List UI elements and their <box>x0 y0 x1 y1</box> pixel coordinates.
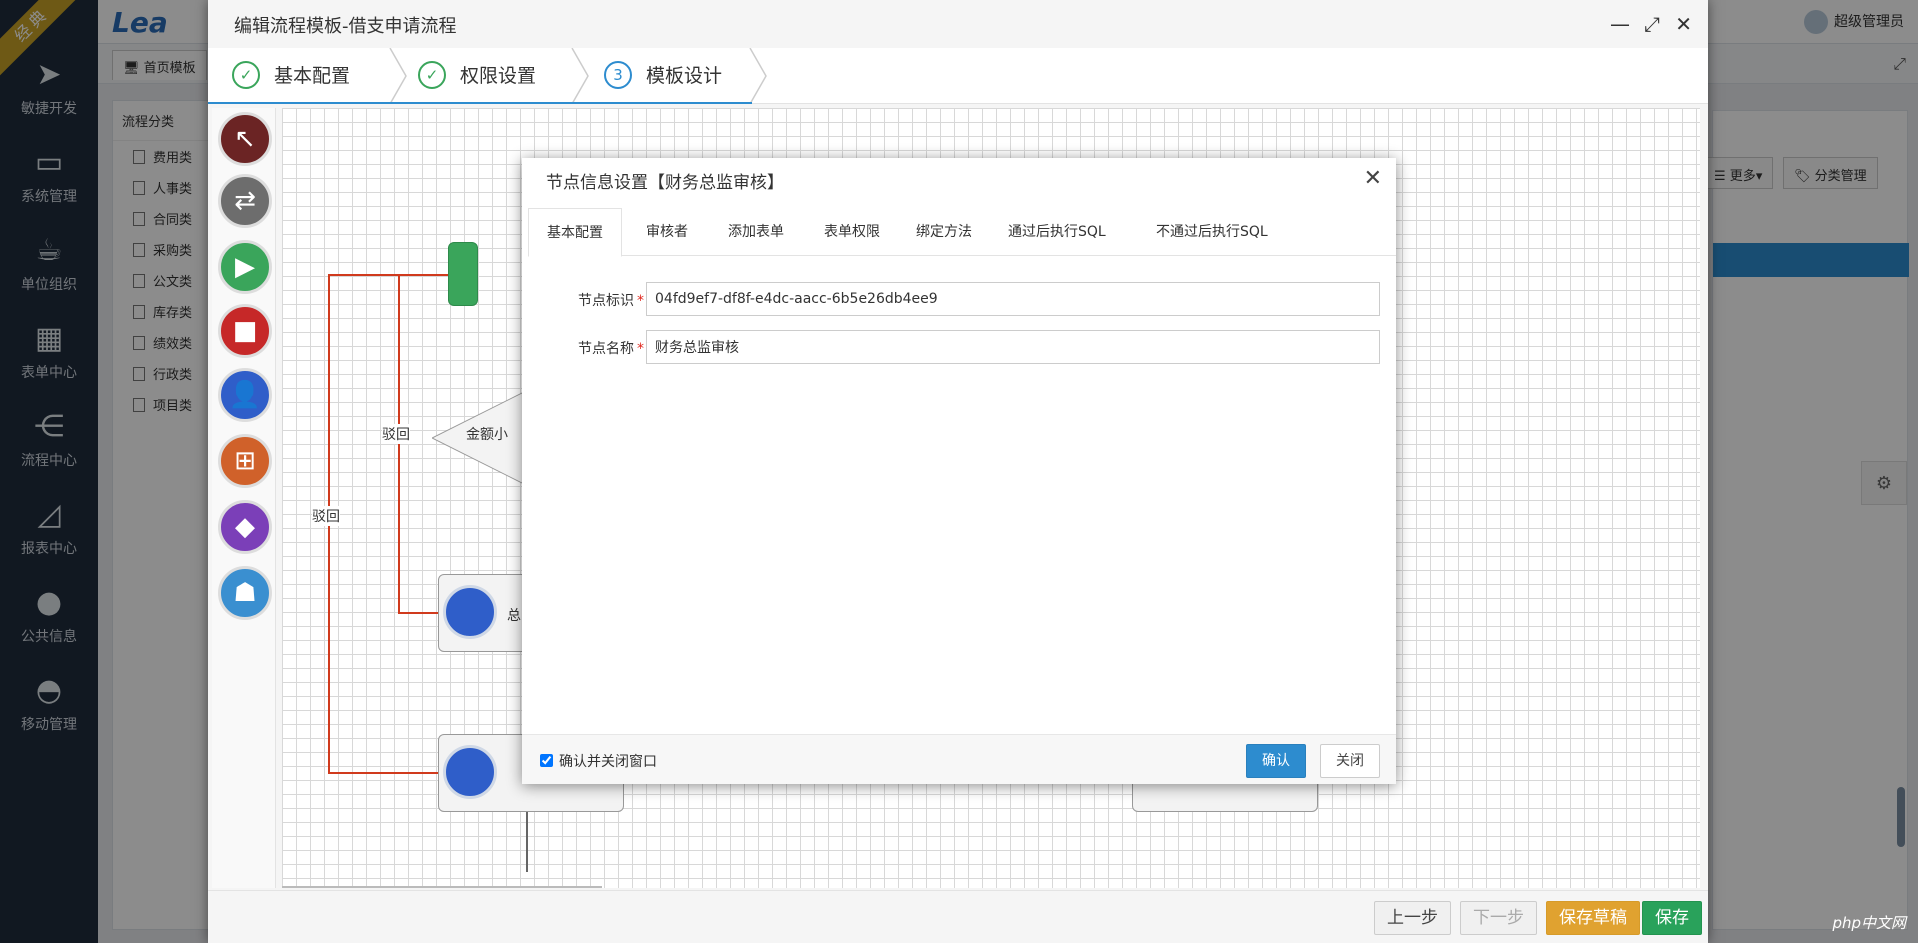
node-palette: ↖ ⇄ ▶ ■ 👤 ⊞ ◆ ☗ <box>212 108 276 888</box>
step-permissions[interactable]: ✓ 权限设置 <box>418 48 536 104</box>
tab-basic-config[interactable]: 基本配置 <box>528 208 622 257</box>
step-separator <box>571 48 589 104</box>
connector-icon[interactable]: ⇄ <box>218 174 272 228</box>
user-icon <box>443 585 497 639</box>
node-id-row: 节点标识 * <box>522 282 1396 316</box>
step-label: 权限设置 <box>460 65 537 87</box>
reject-label: 驳回 <box>382 424 410 444</box>
step-label: 基本配置 <box>274 65 351 87</box>
subflow-node-icon[interactable]: ☗ <box>218 566 272 620</box>
start-node[interactable] <box>448 242 478 306</box>
node-settings-dialog: 节点信息设置【财务总监审核】 ✕ 基本配置 审核者 添加表单 表单权限 绑定方法… <box>522 158 1396 784</box>
required-mark: * <box>637 341 644 357</box>
node-id-label-text: 节点标识 <box>578 293 634 309</box>
close-on-confirm-checkbox[interactable]: 确认并关闭窗口 <box>540 751 657 771</box>
step-number-icon: 3 <box>604 60 632 89</box>
check-circle-icon: ✓ <box>232 60 260 89</box>
parallel-node-icon[interactable]: ⊞ <box>218 434 272 488</box>
save-button[interactable]: 保存 <box>1642 901 1702 935</box>
approval-node[interactable]: 总 <box>438 574 528 652</box>
user-node-icon[interactable]: 👤 <box>218 368 272 422</box>
window-title: 编辑流程模板-借支申请流程 <box>234 16 457 37</box>
active-step-indicator <box>208 102 752 104</box>
node-name-row: 节点名称 * <box>522 330 1396 364</box>
step-template-design[interactable]: 3 模板设计 <box>604 48 722 104</box>
end-node-icon[interactable]: ■ <box>218 304 272 358</box>
tab-approvers[interactable]: 审核者 <box>628 208 706 256</box>
window-header: 编辑流程模板-借支申请流程 — ⤢ ✕ <box>208 0 1708 48</box>
node-name-label-text: 节点名称 <box>578 341 634 357</box>
pointer-arrow-icon[interactable]: ↖ <box>218 112 272 166</box>
tab-form-permissions[interactable]: 表单权限 <box>806 208 898 256</box>
node-label: 总 <box>507 608 521 624</box>
flow-line <box>398 612 438 614</box>
node-id-field[interactable] <box>646 282 1380 316</box>
condition-label: 金额小 <box>466 427 508 443</box>
tab-add-form[interactable]: 添加表单 <box>710 208 802 256</box>
window-footer: 上一步 下一步 保存草稿 保存 <box>208 890 1708 943</box>
confirm-button[interactable]: 确认 <box>1246 744 1306 778</box>
dialog-title: 节点信息设置【财务总监审核】 <box>546 173 784 193</box>
condition-node-icon[interactable]: ◆ <box>218 500 272 554</box>
required-mark: * <box>637 293 644 309</box>
close-icon[interactable]: ✕ <box>1364 166 1382 191</box>
maximize-icon[interactable]: ⤢ <box>1644 12 1660 36</box>
flow-line <box>328 772 438 774</box>
tab-pass-sql[interactable]: 通过后执行SQL <box>990 208 1124 256</box>
check-circle-icon: ✓ <box>418 60 446 89</box>
close-icon[interactable]: ✕ <box>1675 12 1692 36</box>
dialog-footer: 确认并关闭窗口 确认 关闭 <box>522 734 1396 784</box>
node-name-field[interactable] <box>646 330 1380 364</box>
close-button[interactable]: 关闭 <box>1320 744 1380 778</box>
start-node-icon[interactable]: ▶ <box>218 240 272 294</box>
flow-line <box>398 274 400 614</box>
watermark: php中文网 <box>1832 914 1906 932</box>
dialog-tabs: 基本配置 审核者 添加表单 表单权限 绑定方法 通过后执行SQL 不通过后执行S… <box>528 208 1396 257</box>
prev-step-button[interactable]: 上一步 <box>1374 901 1451 935</box>
reject-label: 驳回 <box>312 506 340 526</box>
minimize-icon[interactable]: — <box>1610 12 1630 36</box>
user-icon <box>443 745 497 799</box>
tab-reject-sql[interactable]: 不通过后执行SQL <box>1138 208 1286 256</box>
step-separator <box>749 48 767 104</box>
next-step-button[interactable]: 下一步 <box>1460 901 1537 935</box>
node-name-label: 节点名称 * <box>566 338 644 358</box>
checkbox[interactable] <box>540 754 553 767</box>
step-basic-config[interactable]: ✓ 基本配置 <box>232 48 350 104</box>
scrollbar[interactable] <box>282 886 602 888</box>
save-draft-button[interactable]: 保存草稿 <box>1546 901 1640 935</box>
tab-bind-method[interactable]: 绑定方法 <box>898 208 990 256</box>
node-id-label: 节点标识 * <box>566 290 644 310</box>
wizard-steps: ✓ 基本配置 ✓ 权限设置 3 模板设计 <box>208 48 1708 104</box>
step-separator <box>389 48 407 104</box>
checkbox-label: 确认并关闭窗口 <box>559 754 657 770</box>
step-label: 模板设计 <box>646 65 723 87</box>
flow-line <box>328 274 448 276</box>
flow-line <box>526 812 528 872</box>
